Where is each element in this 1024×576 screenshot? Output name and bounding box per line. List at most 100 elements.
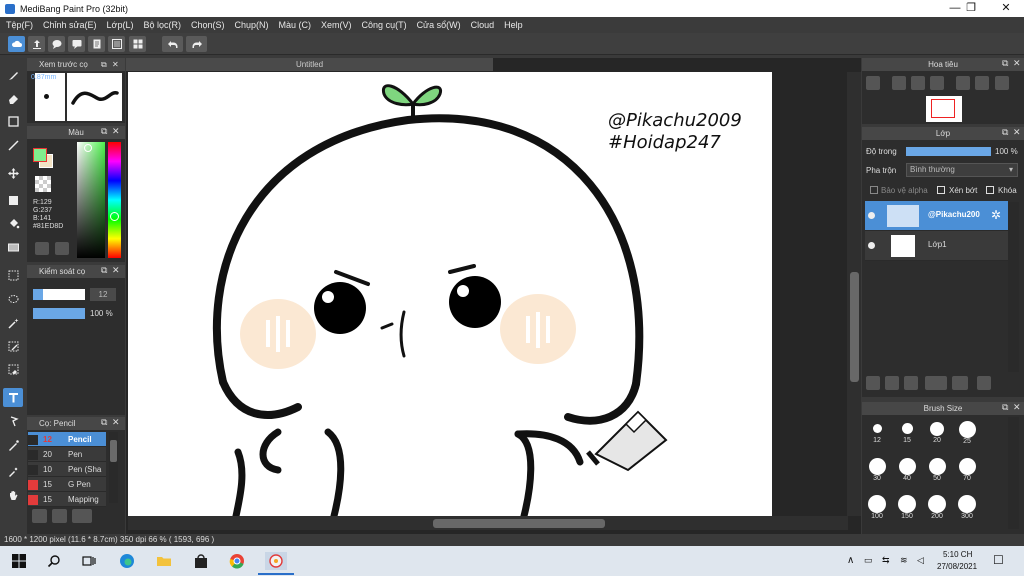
brush-settings-icon[interactable] — [52, 509, 67, 523]
saturation-value-picker[interactable] — [77, 142, 105, 258]
menu-color[interactable]: Màu (C) — [279, 20, 312, 30]
battery-icon[interactable]: ▭ — [864, 555, 873, 566]
brush-size-option[interactable]: 20 — [923, 420, 951, 450]
wifi-icon[interactable]: ≋ — [900, 555, 908, 566]
brush-tool-icon[interactable] — [3, 66, 23, 85]
eye-icon[interactable] — [868, 212, 875, 219]
lasso-tool-icon[interactable] — [3, 290, 23, 309]
brush-menu-icon[interactable] — [72, 509, 92, 523]
palette-icon[interactable] — [35, 242, 49, 255]
brush-item[interactable]: 10 Pen (Sha — [28, 462, 106, 477]
panel-close-icon[interactable]: ✕ — [112, 265, 120, 276]
windows-start-icon[interactable] — [10, 552, 28, 570]
flip-icon[interactable] — [975, 76, 989, 90]
brush-size-option[interactable]: 30 — [863, 457, 891, 487]
maximize-button[interactable]: ❐ — [954, 0, 988, 17]
brush-size-option[interactable]: 15 — [893, 420, 921, 450]
volume-icon[interactable]: ◁ — [917, 555, 924, 566]
brush-size-scrollbar[interactable] — [1008, 417, 1019, 529]
fill-rect-tool-icon[interactable] — [3, 191, 23, 210]
brush-size-slider[interactable] — [33, 289, 85, 300]
brush-size-option[interactable]: 300 — [953, 494, 981, 524]
horizontal-scroll-thumb[interactable] — [433, 519, 605, 528]
operation-tool-icon[interactable] — [3, 436, 23, 455]
document-tab[interactable]: Untitled — [126, 58, 493, 71]
primary-color-swatch[interactable] — [33, 148, 47, 162]
menu-select[interactable]: Chọn(S) — [191, 20, 225, 30]
menu-filter[interactable]: Bộ lọc(R) — [143, 20, 181, 30]
float-icon[interactable]: ⧉ — [101, 265, 107, 276]
task-view-icon[interactable] — [80, 552, 98, 570]
float-icon[interactable]: ⧉ — [101, 417, 107, 428]
merge-layer-icon[interactable] — [977, 376, 991, 390]
text-tool-icon[interactable] — [3, 388, 23, 407]
chrome-icon[interactable] — [228, 552, 246, 570]
divide-tool-icon[interactable] — [3, 412, 23, 431]
select-eraser-tool-icon[interactable] — [3, 360, 23, 379]
chevron-up-icon[interactable]: ∧ — [847, 555, 854, 566]
gear-icon[interactable]: ✲ — [991, 208, 1001, 222]
edge-icon[interactable] — [118, 552, 136, 570]
horizontal-scrollbar[interactable] — [128, 516, 848, 530]
lock-checkbox[interactable] — [986, 186, 994, 194]
menu-snap[interactable]: Chụp(N) — [235, 20, 269, 30]
add-layer-menu-icon[interactable] — [925, 376, 947, 390]
new-layer-icon[interactable] — [866, 376, 880, 390]
protect-alpha-checkbox[interactable] — [870, 186, 878, 194]
eraser-tool-icon[interactable] — [3, 89, 23, 108]
brush-size-value[interactable]: 12 — [90, 288, 116, 301]
zoom-reset-icon[interactable] — [930, 76, 944, 90]
store-icon[interactable] — [192, 552, 210, 570]
panel-close-icon[interactable]: ✕ — [1013, 127, 1021, 138]
move-tool-icon[interactable] — [3, 164, 23, 183]
layer-list-scrollbar[interactable] — [1008, 202, 1019, 372]
layer-opacity-slider[interactable] — [906, 147, 991, 156]
cloud-icon[interactable] — [8, 36, 25, 52]
brush-size-option[interactable]: 12 — [863, 420, 891, 450]
add-brush-icon[interactable] — [32, 509, 47, 523]
menu-cloud[interactable]: Cloud — [471, 20, 495, 30]
transparent-color-swatch[interactable] — [35, 176, 51, 192]
delete-layer-icon[interactable] — [904, 376, 918, 390]
clipping-checkbox[interactable] — [937, 186, 945, 194]
gradient-tool-icon[interactable] — [3, 238, 23, 257]
float-icon[interactable]: ⧉ — [1002, 58, 1008, 69]
select-pen-tool-icon[interactable] — [3, 337, 23, 356]
material-icon[interactable] — [108, 36, 125, 52]
float-icon[interactable]: ⧉ — [1002, 127, 1008, 138]
rotate-right-icon[interactable] — [995, 76, 1009, 90]
brush-size-option[interactable]: 150 — [893, 494, 921, 524]
grid-icon[interactable] — [129, 36, 146, 52]
menu-view[interactable]: Xem(V) — [321, 20, 352, 30]
hue-slider[interactable] — [108, 142, 121, 258]
document-icon[interactable] — [88, 36, 105, 52]
brush-item[interactable]: 12 Pencil — [28, 432, 106, 447]
brush-opacity-slider[interactable] — [33, 308, 85, 319]
line-tool-icon[interactable] — [3, 136, 23, 155]
zoom-in-icon[interactable] — [892, 76, 906, 90]
blend-mode-select[interactable]: Bình thường ▾ — [906, 163, 1018, 177]
rectangle-tool-icon[interactable] — [3, 112, 23, 131]
layer-item[interactable]: Lớp1 — [865, 231, 1008, 261]
comment-icon[interactable] — [48, 36, 65, 52]
vertical-scroll-thumb[interactable] — [850, 272, 859, 382]
menu-window[interactable]: Cửa sổ(W) — [417, 20, 461, 30]
clock-date[interactable]: 27/08/2021 — [937, 562, 977, 571]
eye-icon[interactable] — [868, 242, 875, 249]
folder-icon[interactable] — [952, 376, 968, 390]
panel-close-icon[interactable]: ✕ — [1013, 58, 1021, 69]
file-explorer-icon[interactable] — [155, 552, 173, 570]
upload-icon[interactable] — [28, 36, 45, 52]
brush-item[interactable]: 20 Pen — [28, 447, 106, 462]
brush-size-option[interactable]: 200 — [923, 494, 951, 524]
magic-wand-tool-icon[interactable] — [3, 314, 23, 333]
notification-icon[interactable]: ☐ — [993, 553, 1004, 567]
fit-view-icon[interactable] — [911, 76, 925, 90]
brush-size-option[interactable]: 70 — [953, 457, 981, 487]
selection-tool-icon[interactable] — [3, 266, 23, 285]
rotate-left-icon[interactable] — [956, 76, 970, 90]
brush-list-scrollbar[interactable] — [109, 432, 118, 503]
drawing-canvas[interactable]: @Pikachu2009 #Hoidap247 — [128, 72, 772, 516]
brush-item[interactable]: 15 G Pen — [28, 477, 106, 492]
panel-close-icon[interactable]: ✕ — [1013, 402, 1021, 413]
